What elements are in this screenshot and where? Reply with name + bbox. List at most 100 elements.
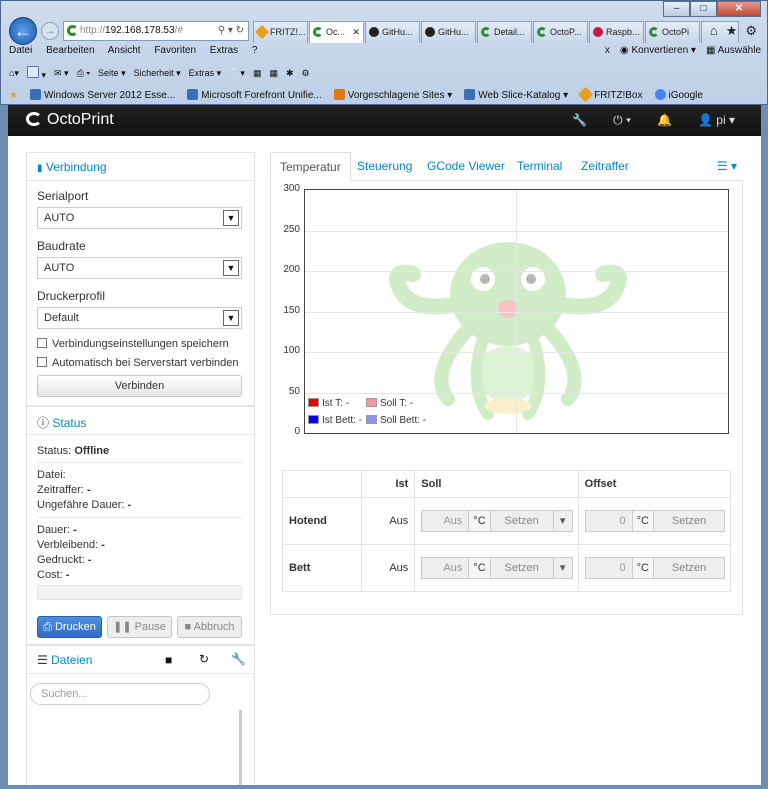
gear-icon[interactable]: ⚙: [745, 23, 757, 39]
row-actual: Aus: [361, 544, 416, 592]
wrench-icon[interactable]: 🔧: [572, 113, 587, 128]
browser-tab[interactable]: FRITZ!...: [253, 21, 308, 43]
table-header: Soll: [414, 470, 579, 498]
tab-zeitraffer[interactable]: Zeitraffer: [572, 152, 638, 181]
cancel-button[interactable]: ■ Abbruch: [177, 616, 242, 638]
chevron-down-icon[interactable]: ▾: [552, 510, 573, 532]
print-button[interactable]: ⎙ Drucken: [37, 616, 102, 638]
browser-toolbar-right: ⌂ ★ ⚙: [710, 23, 757, 39]
refresh-icon[interactable]: ↻: [199, 652, 209, 666]
tabs-overflow-menu-icon[interactable]: ☰ ▾: [717, 159, 737, 173]
serialport-select[interactable]: AUTO ▼: [37, 207, 242, 229]
mail-icon[interactable]: ✉ ▾: [54, 68, 69, 79]
help-icon[interactable]: ❔▾: [229, 68, 245, 79]
baudrate-select[interactable]: AUTO ▼: [37, 257, 242, 279]
command-extras[interactable]: Extras ▾: [189, 68, 222, 79]
favorite-link[interactable]: Windows Server 2012 Esse...: [29, 89, 175, 101]
command-seite[interactable]: Seite ▾: [98, 68, 126, 79]
set-target-button[interactable]: Setzen: [489, 557, 554, 579]
browser-tab[interactable]: GitHu...: [421, 21, 476, 43]
home-icon[interactable]: ⌂: [710, 23, 718, 39]
close-tab-icon[interactable]: ✕: [352, 22, 360, 42]
bell-icon[interactable]: 🔔: [657, 113, 672, 128]
close-window-button[interactable]: ✕: [717, 1, 761, 17]
page-icon: [29, 89, 41, 100]
favorites-star-icon[interactable]: ★: [726, 23, 738, 39]
tab-terminal[interactable]: Terminal: [508, 152, 571, 181]
save-settings-checkbox[interactable]: Verbindungseinstellungen speichern: [37, 338, 229, 350]
back-button[interactable]: ←: [9, 17, 37, 45]
set-target-button[interactable]: Setzen: [489, 510, 554, 532]
target-input[interactable]: Aus: [421, 510, 470, 532]
address-bar[interactable]: http://192.168.178.53/# ⚲ ▾ ↻: [63, 21, 249, 41]
brand[interactable]: OctoPrint: [26, 111, 114, 129]
tab-steuerung[interactable]: Steuerung: [348, 152, 421, 181]
progress-bar: [37, 585, 242, 600]
set-offset-button[interactable]: Setzen: [653, 557, 725, 579]
autoconnect-checkbox[interactable]: Automatisch bei Serverstart verbinden: [37, 357, 238, 369]
browser-tab[interactable]: Detail...: [477, 21, 532, 43]
offset-input[interactable]: 0: [584, 510, 633, 532]
offset-input[interactable]: 0: [584, 557, 633, 579]
addon-icon[interactable]: ▦: [269, 68, 278, 79]
connect-button[interactable]: Verbinden: [37, 375, 242, 397]
profile-select[interactable]: Default ▼: [37, 307, 242, 329]
octoprint-mascot-watermark: [389, 242, 627, 420]
menu-item-favoriten[interactable]: Favoriten: [154, 45, 196, 56]
bluetooth-icon[interactable]: ✱: [286, 68, 294, 79]
addon-icon[interactable]: ▦: [253, 68, 262, 79]
print-icon[interactable]: ⎙ ▾: [77, 68, 90, 79]
menu-item-datei[interactable]: Datei: [9, 45, 32, 56]
chevron-down-icon[interactable]: ▾: [552, 557, 573, 579]
select-button[interactable]: ▦ Auswähle: [706, 45, 761, 56]
status-timelapse: Zeitraffer: -: [37, 484, 91, 496]
menu-item-help[interactable]: ?: [252, 45, 258, 56]
convert-button[interactable]: ◉ Konvertieren ▾: [620, 45, 696, 56]
gear-icon[interactable]: ⚙: [302, 68, 310, 79]
menu-item-bearbeiten[interactable]: Bearbeiten: [46, 45, 94, 56]
tab-temperatur[interactable]: Temperatur: [270, 152, 351, 181]
power-icon[interactable]: ⏻ ▾: [613, 113, 631, 128]
favorite-link[interactable]: Vorgeschlagene Sites ▾: [333, 89, 452, 101]
main-tabs: Temperatur Steuerung GCode Viewer Termin…: [270, 152, 743, 181]
browser-tab[interactable]: GitHu...: [365, 21, 420, 43]
menu-item-extras[interactable]: Extras: [210, 45, 238, 56]
browser-tab[interactable]: OctoP...: [533, 21, 588, 43]
browser-tab[interactable]: OctoPi: [645, 21, 700, 43]
legend-swatch: [308, 398, 319, 407]
favorite-link[interactable]: Web Slice-Katalog ▾: [464, 89, 568, 101]
target-input[interactable]: Aus: [421, 557, 470, 579]
browser-tab[interactable]: Raspb...: [589, 21, 644, 43]
y-tick-label: 300: [283, 183, 300, 194]
octoprint-icon: [649, 27, 659, 37]
forward-button[interactable]: →: [41, 22, 59, 40]
file-icon[interactable]: ■: [165, 653, 172, 667]
y-tick-label: 0: [294, 426, 300, 437]
home-menu-icon[interactable]: ⌂▾: [9, 68, 19, 79]
set-offset-button[interactable]: Setzen: [653, 510, 725, 532]
favorite-link[interactable]: Microsoft Forefront Unifie...: [187, 89, 322, 101]
tab-gcode-viewer[interactable]: GCode Viewer: [418, 152, 514, 181]
page-icon: [187, 89, 199, 100]
browser-tab-active[interactable]: Oc... ✕: [309, 21, 364, 43]
files-panel: ☰ Dateien ■ ↻ 🔧: [26, 645, 255, 785]
wrench-icon[interactable]: 🔧: [231, 652, 246, 666]
close-addon-icon[interactable]: x: [605, 45, 610, 56]
feeds-icon[interactable]: ▾: [26, 65, 46, 81]
connection-header[interactable]: ▮ Verbindung: [27, 153, 254, 181]
status-remaining: Verbleibend: -: [37, 539, 105, 551]
scrollbar[interactable]: [239, 710, 242, 785]
command-sicherheit[interactable]: Sicherheit ▾: [134, 68, 181, 79]
address-tools-icon[interactable]: ⚲ ▾ ↻: [218, 22, 244, 40]
status-header[interactable]: ⓘ Status: [27, 407, 254, 435]
user-menu[interactable]: 👤 pi ▾: [698, 113, 735, 128]
maximize-button[interactable]: □: [690, 1, 717, 17]
search-input[interactable]: Suchen...: [30, 683, 210, 705]
menu-item-ansicht[interactable]: Ansicht: [108, 45, 141, 56]
minimize-button[interactable]: –: [663, 1, 690, 17]
favorite-link[interactable]: iGoogle: [654, 89, 703, 101]
favorite-link[interactable]: FRITZ!Box: [577, 86, 643, 103]
files-header[interactable]: ☰ Dateien ■ ↻ 🔧: [27, 646, 254, 674]
pause-button[interactable]: ❚❚ Pause: [107, 616, 172, 638]
favorites-star-icon[interactable]: ★: [9, 90, 18, 101]
